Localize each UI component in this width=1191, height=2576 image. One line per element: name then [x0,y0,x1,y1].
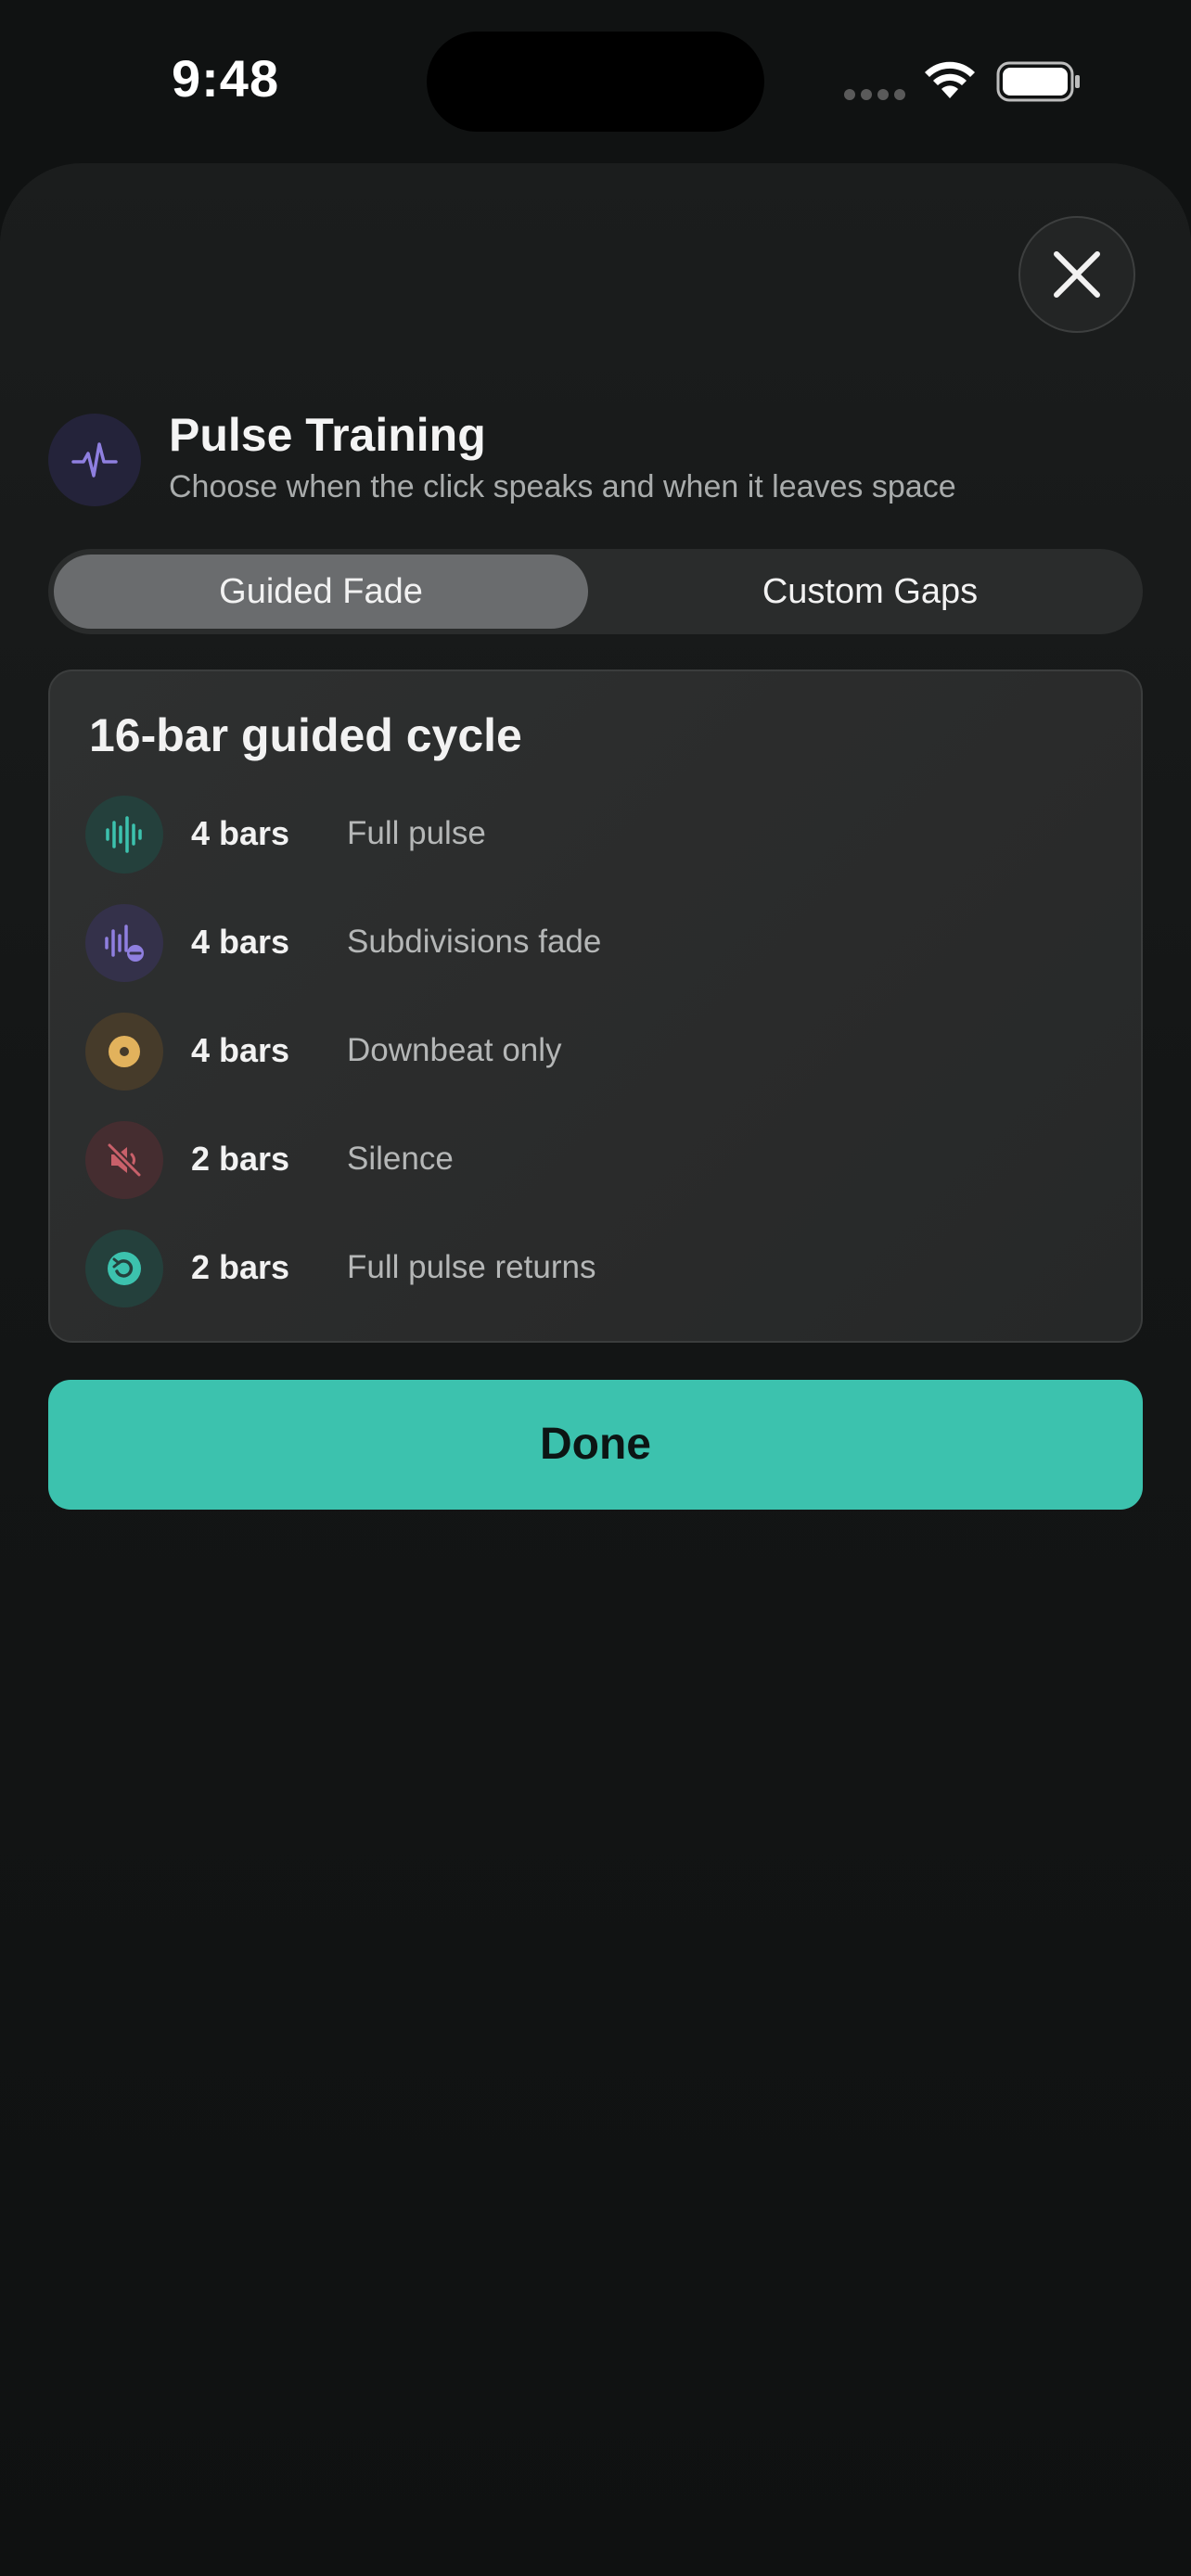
step-label: Downbeat only [347,1032,562,1068]
status-time: 9:48 [172,49,280,108]
guided-cycle-card: 16-bar guided cycle 4 bars Full pulse 4 … [48,670,1143,1343]
step-label: Silence [347,1141,454,1177]
step-icon-circle [85,796,163,874]
dynamic-island [427,32,764,132]
step-icon-circle [85,1013,163,1090]
battery-icon [996,61,1080,102]
card-title: 16-bar guided cycle [89,709,522,761]
subdivisions-fade-icon [105,925,144,962]
step-label: Full pulse [347,815,486,851]
page-title: Pulse Training [169,409,486,461]
close-button[interactable] [1018,216,1135,333]
header-icon-circle [48,414,141,506]
pulse-training-screen: 9:48 Pulse Training Choose when the clic… [0,0,1191,2576]
step-bars: 4 bars [191,923,290,961]
close-icon [1054,251,1100,298]
pulse-wave-icon [71,442,118,478]
cycle-step: 4 bars Downbeat only [85,1013,1106,1090]
tab-guided-fade[interactable]: Guided Fade [54,555,588,629]
cycle-step: 4 bars Subdivisions fade [85,904,1106,982]
step-icon-circle [85,904,163,982]
status-bar: 9:48 [0,0,1191,158]
step-bars: 4 bars [191,1031,290,1069]
muted-speaker-icon [106,1141,143,1179]
return-arrow-icon [108,1252,141,1285]
page-subtitle: Choose when the click speaks and when it… [169,469,956,504]
full-pulse-icon [106,816,142,853]
step-label: Subdivisions fade [347,924,602,960]
step-icon-circle [85,1121,163,1199]
downbeat-icon [109,1036,140,1067]
mode-segmented-control: Guided Fade Custom Gaps [48,549,1143,634]
step-icon-circle [85,1230,163,1307]
training-sheet [0,163,1191,2576]
step-bars: 4 bars [191,814,290,852]
step-label: Full pulse returns [347,1249,596,1285]
step-bars: 2 bars [191,1140,290,1178]
done-button[interactable]: Done [48,1380,1143,1510]
wifi-icon [925,61,975,98]
cycle-step: 2 bars Silence [85,1121,1106,1199]
step-bars: 2 bars [191,1248,290,1286]
tab-custom-gaps[interactable]: Custom Gaps [603,555,1137,629]
cycle-step: 2 bars Full pulse returns [85,1230,1106,1307]
cycle-step: 4 bars Full pulse [85,796,1106,874]
cellular-signal-icon [844,89,905,100]
